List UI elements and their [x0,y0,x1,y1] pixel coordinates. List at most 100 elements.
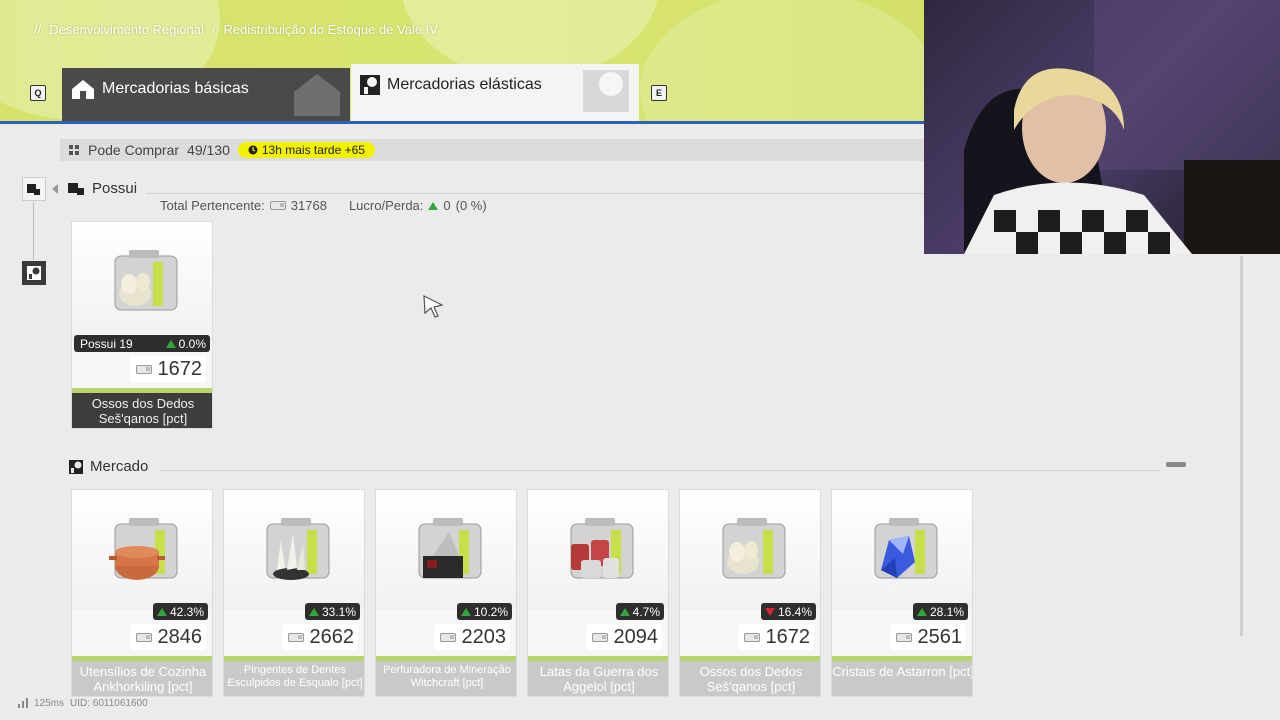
streamer-silhouette [964,0,1280,254]
uid-text: UID: 6011061600 [70,698,148,709]
item-price: 2094 [585,624,662,650]
profit-loss-label: Lucro/Perda: [348,198,424,213]
item-name: Latas da Guerra dos Aggelol [pct] [528,661,668,696]
item-price-value: 1672 [765,625,811,648]
elastic-watermark-icon [583,70,629,112]
item-art [72,222,212,342]
chevron-left-icon [52,184,58,194]
sidebar-market-button[interactable] [22,261,46,285]
market-item-card[interactable]: 33.1% 2662 Pingentes de Dentes Esculpidos … [223,489,365,697]
price-change-value: 42.3% [169,604,204,619]
market-section-icon [69,459,83,474]
price-change-badge: 33.1% [304,603,360,620]
signal-icon [18,698,28,708]
restock-timer-badge: 13h mais tarde +65 [237,142,375,158]
item-art [224,490,364,610]
market-divider [160,470,1160,471]
price-change-badge: 4.7% [615,603,664,620]
house-icon [72,80,94,99]
market-section-label: Mercado [90,458,149,475]
price-change-badge: 42.3% [152,603,208,620]
tab-elastic-label: Mercadorias elásticas [387,76,542,93]
arrow-up-icon [428,201,439,210]
can-buy-label: Pode Comprar [88,142,180,158]
finger-bones-icon [114,250,178,311]
price-change-value: 28.1% [929,604,964,619]
ping-value: 125ms [34,698,65,709]
breadcrumb-prefix: // [34,22,42,37]
price-change-badge: 16.4% [760,603,816,620]
clock-icon [248,145,258,155]
tab-elastic-goods[interactable]: Mercadorias elásticas [351,64,639,124]
owned-count: Possui 19 [80,336,133,351]
item-name: Utensílios de Cozinha Ankhorkiling [pct] [72,661,212,696]
item-price-value: 1672 [157,357,203,380]
price-change-value: 16.4% [777,604,812,619]
grid-icon [69,145,79,155]
arrow-up-icon [308,607,319,616]
owned-section-title: Possui [68,180,137,197]
currency-icon [269,201,286,210]
market-item-card[interactable]: 42.3% 2846 Utensílios de Cozinha Ankhorkil… [71,489,213,697]
owned-item-card[interactable]: Possui 19 0.0% 1672 Ossos dos Dedos Seš'… [71,221,213,429]
crystal-icon [874,518,938,579]
tooth-pendant-icon [266,518,330,580]
currency-icon [135,632,152,642]
item-name: Cristais de Astarron [pct] [832,661,972,696]
market-item-card[interactable]: 28.1% 2561 Cristais de Astarron [pct] [831,489,973,697]
item-name: Perfuradora de Mineração Witchcraft [pct… [376,661,516,696]
price-change-value: 10.2% [473,604,508,619]
mining-drill-icon [418,518,482,579]
elastic-goods-icon [360,75,380,95]
item-price-value: 2662 [309,625,355,648]
price-change-value: 33.1% [321,604,356,619]
finger-bones-icon [722,518,786,579]
item-price: 2561 [889,624,966,650]
total-owned-value: 31768 [290,198,327,213]
tab-prev-key[interactable]: Q [30,85,46,101]
owned-section-icon [68,182,84,195]
arrow-up-icon [619,607,630,616]
currency-icon [287,632,304,642]
tab-next-key[interactable]: E [651,85,667,101]
total-owned-label: Total Pertencente: [160,198,265,213]
sidebar-owned-button[interactable] [22,177,46,201]
market-item-card[interactable]: 10.2% 2203 Perfuradora de Mineração Witchc… [375,489,517,697]
market-item-card[interactable]: 4.7% 2094 Latas da Guerra dos Aggelol [pct… [527,489,669,697]
owned-change: 0.0% [178,336,206,351]
currency-icon [439,632,456,642]
item-art [680,490,820,610]
market-item-card[interactable]: 16.4% 1672 Ossos dos Dedos Seš'qanos [pct] [679,489,821,697]
footer-status: 125ms UID: 6011061600 [18,698,148,709]
profit-loss-value: 0 [443,198,451,213]
arrow-up-icon [165,339,176,348]
owned-blocks-icon [27,184,40,195]
item-price: 2662 [281,624,358,650]
cooking-pot-icon [109,518,178,580]
house-watermark-icon [294,74,340,116]
breadcrumb-item-redistribution[interactable]: Redistribuição do Estoque de Vale IV [224,22,438,37]
arrow-down-icon [764,607,775,616]
currency-icon [743,632,760,642]
arrow-up-icon [460,607,471,616]
tab-basic-goods[interactable]: Mercadorias básicas [62,68,350,124]
item-art [72,490,212,610]
item-name: Ossos dos Dedos Seš'qanos [pct] [680,661,820,696]
currency-icon [895,632,912,642]
item-art [376,490,516,610]
item-price: 2846 [129,624,206,650]
item-price-value: 2203 [461,625,507,648]
owned-count-badge: Possui 19 0.0% [74,335,210,352]
owned-section-label: Possui [92,180,138,197]
item-price: 1672 [737,624,814,650]
scrollbar[interactable] [1240,256,1243,636]
arrow-up-icon [156,607,167,616]
owned-stats: Total Pertencente: 31768 Lucro/Perda: 0 … [160,198,487,213]
price-change-value: 4.7% [632,604,660,619]
price-change-badge: 10.2% [456,603,512,620]
webcam-overlay [924,0,1280,254]
item-price-value: 2094 [613,625,659,648]
breadcrumb-item-region[interactable]: Desenvolvimento Regional [49,22,204,37]
item-price-value: 2846 [157,625,203,648]
profit-loss-percent: (0 %) [455,198,487,213]
